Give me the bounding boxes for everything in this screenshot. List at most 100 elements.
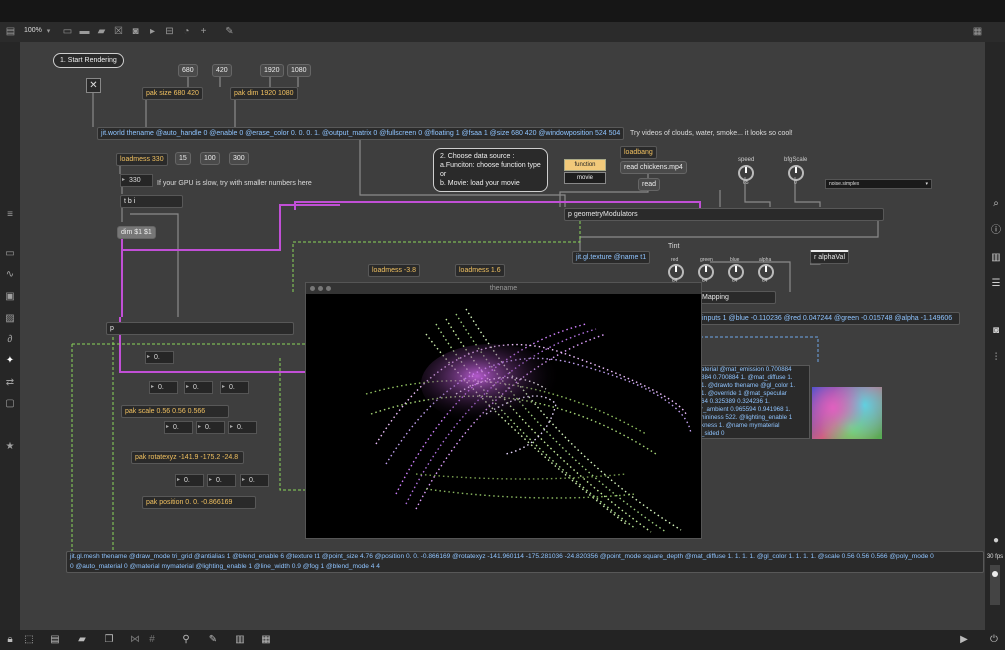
receive-alphaval[interactable]: r alphaVal xyxy=(810,250,850,264)
glow xyxy=(421,344,561,424)
camera-icon[interactable]: ◙ xyxy=(990,325,1002,337)
msg-15[interactable]: 15 xyxy=(175,152,191,165)
read-chickens-message[interactable]: read chickens.mp4 xyxy=(620,161,687,174)
zoom-dot[interactable] xyxy=(326,286,331,291)
mesh-strand xyxy=(415,473,627,480)
speed-dial[interactable] xyxy=(738,165,754,181)
puzzle-icon[interactable]: ✦ xyxy=(4,355,16,367)
msg-680[interactable]: 680 xyxy=(178,64,198,77)
pak-dim-object[interactable]: pak dim 1920 1080 xyxy=(230,87,298,100)
number-box[interactable]: 0. xyxy=(164,421,193,434)
jit-gl-mesh-object[interactable]: jit.gl.mesh thename @draw_mode tri_grid … xyxy=(66,551,984,573)
snap-icon[interactable]: ⋈ xyxy=(129,634,141,646)
comment-icon[interactable]: ▰ xyxy=(96,26,107,37)
inputs-object[interactable]: inputs 1 @blue -0.110236 @red 0.047244 @… xyxy=(698,312,960,325)
p-subpatch[interactable]: p xyxy=(106,322,294,335)
minimize-dot[interactable] xyxy=(318,286,323,291)
blue-label: blue xyxy=(730,257,740,263)
grid2-icon[interactable]: # xyxy=(146,634,158,646)
dim-message[interactable]: dim $1 $1 xyxy=(117,226,156,239)
zoom-level[interactable]: 100% xyxy=(24,27,42,34)
number-box[interactable]: 0. xyxy=(240,474,269,487)
toggle-icon[interactable]: ☒ xyxy=(113,26,124,37)
image-icon[interactable]: ▨ xyxy=(4,313,16,325)
material-object[interactable]: aterial @mat_emission 0.700884 884 0.700… xyxy=(698,365,810,439)
package-icon[interactable]: ▢ xyxy=(4,398,16,410)
number-box[interactable]: 0. xyxy=(175,474,204,487)
debug-icon[interactable]: ⚲ xyxy=(180,634,192,646)
number-box[interactable]: 0. xyxy=(220,381,249,394)
dial-icon[interactable]: ◔ xyxy=(181,26,192,37)
presentation-icon[interactable]: ▭ xyxy=(4,248,16,260)
loadmess-16[interactable]: loadmess 1.6 xyxy=(455,264,505,277)
midi-icon[interactable]: ▦ xyxy=(260,634,272,646)
lock-icon[interactable]: 🔒︎ xyxy=(4,634,16,646)
windows-icon[interactable]: ❐ xyxy=(103,634,115,646)
number-icon[interactable]: ▸ xyxy=(147,26,158,37)
loadmess-neg38[interactable]: loadmess -3.8 xyxy=(368,264,420,277)
play-icon[interactable]: ▶ xyxy=(958,634,970,646)
search-icon[interactable]: ⌕ xyxy=(990,198,1002,210)
msg-300[interactable]: 300 xyxy=(229,152,249,165)
patcher-icon[interactable]: ▬ xyxy=(79,26,90,37)
msg-420[interactable]: 420 xyxy=(212,64,232,77)
book-icon[interactable]: ▥ xyxy=(990,252,1002,264)
number-box[interactable]: 0. xyxy=(184,381,213,394)
render-window[interactable]: thename xyxy=(305,282,702,539)
msg-1080[interactable]: 1080 xyxy=(287,64,311,77)
jit-gl-texture-object[interactable]: jit.gl.texture @name t1 xyxy=(572,251,651,264)
paint-icon[interactable]: ✎ xyxy=(224,26,235,37)
noise-menu[interactable]: noise.simplex ▾ xyxy=(825,179,932,189)
power-icon[interactable]: ⏻ xyxy=(988,634,1000,646)
number-box[interactable]: 0. xyxy=(149,381,178,394)
plus-icon[interactable]: + xyxy=(198,26,209,37)
meter-knob[interactable] xyxy=(992,571,998,577)
list-icon[interactable]: ☰ xyxy=(990,278,1002,290)
bfgscale-dial[interactable] xyxy=(788,165,804,181)
record-icon[interactable]: ● xyxy=(990,535,1002,547)
slider-icon[interactable]: ⊟ xyxy=(164,26,175,37)
msg-100[interactable]: 100 xyxy=(200,152,220,165)
presentation-icon[interactable]: ▭ xyxy=(62,26,73,37)
sidebar-toggle-icon[interactable]: ▤ xyxy=(5,26,16,37)
render-window-titlebar[interactable]: thename xyxy=(306,283,701,294)
close-dot[interactable] xyxy=(310,286,315,291)
number-box[interactable]: 0. xyxy=(196,421,225,434)
pak-size-object[interactable]: pak size 680 420 xyxy=(142,87,203,100)
loadmess-330[interactable]: loadmess 330 xyxy=(116,153,168,166)
edit-icon[interactable]: ⬚ xyxy=(23,634,35,646)
grid-view-icon[interactable]: ▦ xyxy=(972,26,983,37)
read-message[interactable]: read xyxy=(638,178,661,191)
loadbang-object[interactable]: loadbang xyxy=(620,146,657,159)
zoom-dropdown-icon[interactable]: ▾ xyxy=(43,26,54,37)
menu-icon[interactable]: ≡ xyxy=(4,209,16,221)
render-toggle[interactable]: ✕ xyxy=(86,78,101,93)
link-icon[interactable]: ∂ xyxy=(4,334,16,346)
number-box[interactable]: 0. xyxy=(145,351,174,364)
function-button[interactable]: function xyxy=(564,159,606,171)
pak-scale-object[interactable]: pak scale 0.56 0.56 0.566 xyxy=(121,405,229,418)
jit-world-object[interactable]: jit.world thename @auto_handle 0 @enable… xyxy=(97,127,625,140)
geometry-modulators-object[interactable]: p geometryModulators xyxy=(564,208,884,221)
number-box[interactable]: 0. xyxy=(207,474,236,487)
render-window-title: thename xyxy=(489,285,518,292)
media-icon[interactable]: ▣ xyxy=(4,291,16,303)
piano-icon[interactable]: ▥ xyxy=(234,634,246,646)
number-330[interactable]: 330 xyxy=(120,174,153,187)
grid-icon[interactable]: ▤ xyxy=(49,634,61,646)
msg-1920[interactable]: 1920 xyxy=(260,64,284,77)
pak-position-object[interactable]: pak position 0. 0. -0.866169 xyxy=(142,496,256,509)
trigger-object[interactable]: t b i xyxy=(120,195,183,208)
star-icon[interactable]: ★ xyxy=(4,441,16,453)
pak-rotatexyz-object[interactable]: pak rotatexyz -141.9 -175.2 -24.8 xyxy=(131,451,244,464)
movie-button[interactable]: movie xyxy=(564,172,606,184)
button-icon[interactable]: ◙ xyxy=(130,26,141,37)
number-box[interactable]: 0. xyxy=(228,421,257,434)
info-icon[interactable]: ⓘ xyxy=(990,225,1002,237)
audio-icon[interactable]: ∿ xyxy=(4,269,16,281)
wrench-icon[interactable]: ✎ xyxy=(207,634,219,646)
comment-icon[interactable]: ▰ xyxy=(76,634,88,646)
sliders-icon[interactable]: ⫶ xyxy=(990,352,1002,364)
arrows-icon[interactable]: ⇄ xyxy=(4,377,16,389)
mapping-object[interactable]: Mapping xyxy=(698,291,776,304)
